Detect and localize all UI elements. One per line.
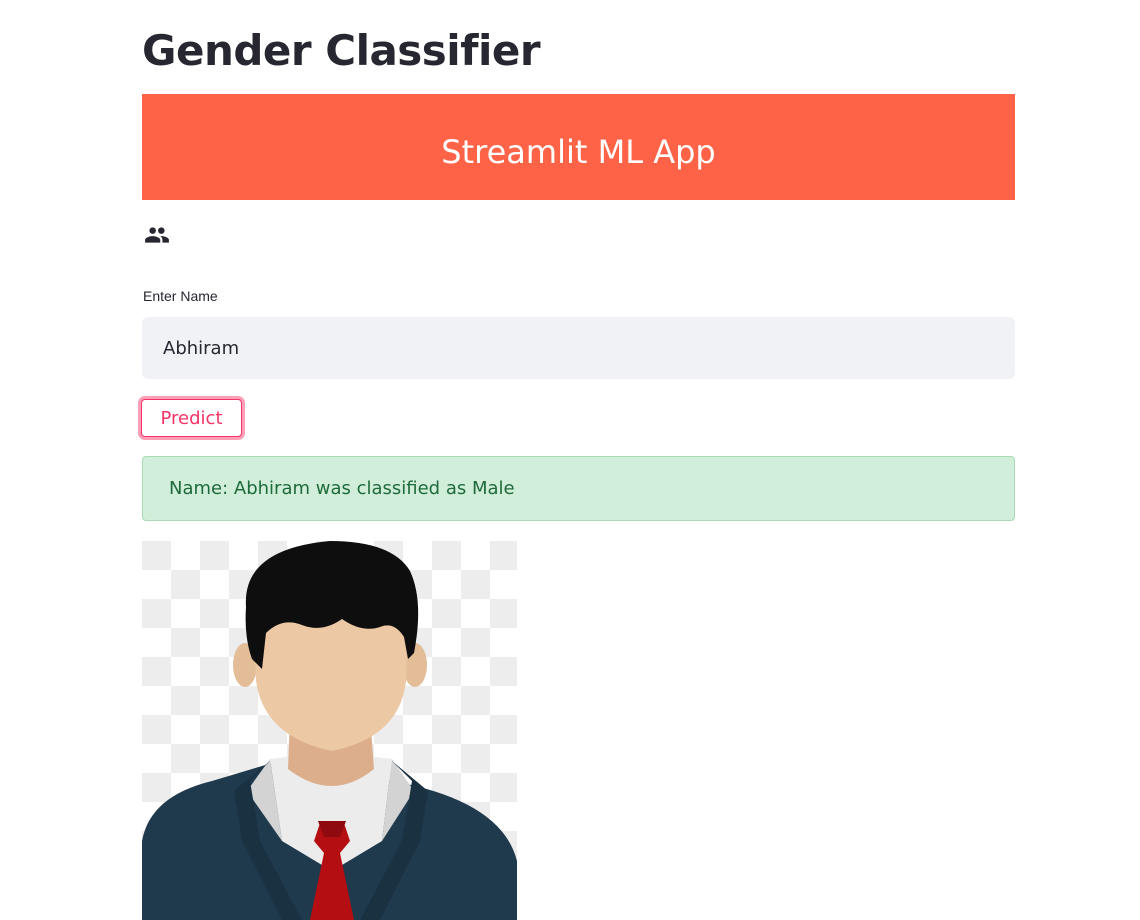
banner-title: Streamlit ML App — [441, 133, 716, 171]
male-avatar-image — [142, 541, 517, 920]
page-title: Gender Classifier — [142, 26, 541, 75]
app-banner: Streamlit ML App — [142, 94, 1015, 200]
predict-button[interactable]: Predict — [141, 399, 242, 437]
name-input[interactable] — [142, 317, 1015, 379]
name-field-label: Enter Name — [143, 288, 218, 304]
success-alert: Name: Abhiram was classified as Male — [142, 456, 1015, 521]
classification-result-text: Name: Abhiram was classified as Male — [169, 478, 515, 499]
people-icon — [145, 227, 169, 243]
